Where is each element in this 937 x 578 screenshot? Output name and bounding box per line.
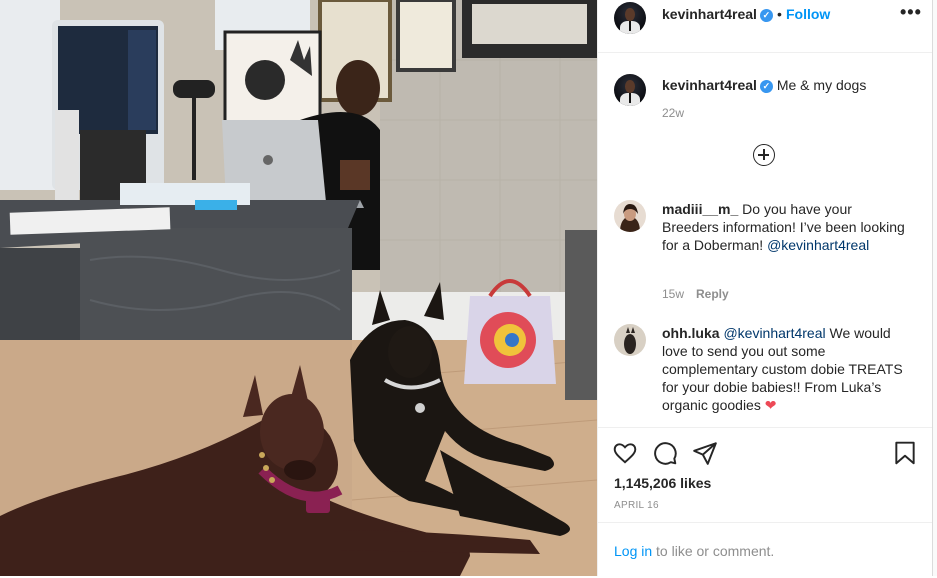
commenter-avatar[interactable] bbox=[614, 324, 646, 356]
caption-timestamp[interactable]: 22w bbox=[662, 106, 684, 120]
photo-illustration bbox=[0, 0, 597, 576]
comment-meta: 15w Reply bbox=[662, 287, 729, 301]
heart-icon[interactable] bbox=[612, 440, 638, 466]
load-more-comments-icon[interactable] bbox=[753, 144, 775, 166]
comment-icon[interactable] bbox=[652, 440, 678, 466]
page-edge bbox=[933, 0, 937, 576]
author-username[interactable]: kevinhart4real bbox=[662, 6, 757, 22]
caption-verified-badge-icon: ✓ bbox=[759, 80, 773, 93]
red-heart-emoji-icon: ❤ bbox=[764, 397, 777, 413]
comment-username[interactable]: ohh.luka bbox=[662, 325, 720, 341]
post-photo[interactable] bbox=[0, 0, 597, 576]
share-icon[interactable] bbox=[692, 440, 718, 466]
bookmark-icon[interactable] bbox=[892, 440, 918, 466]
login-prompt-rest: to like or comment. bbox=[656, 543, 775, 559]
caption-username[interactable]: kevinhart4real bbox=[662, 77, 757, 93]
caption-text-block: kevinhart4real ✓ Me & my dogs bbox=[662, 76, 912, 94]
author-username-link[interactable]: kevinhart4real ✓ bbox=[662, 6, 773, 22]
comment-text-block: madiii__m_ Do you have your Breeders inf… bbox=[662, 200, 912, 254]
like-count[interactable]: 1,145,206 likes bbox=[614, 475, 711, 491]
login-link[interactable]: Log in bbox=[614, 543, 652, 559]
comment-username[interactable]: madiii__m_ bbox=[662, 201, 738, 217]
follow-button[interactable]: Follow bbox=[786, 6, 830, 22]
post-header: kevinhart4real ✓ • Follow ••• bbox=[598, 0, 932, 53]
login-prompt-text: Log in to like or comment. bbox=[614, 543, 774, 559]
caption-text: Me & my dogs bbox=[776, 77, 867, 93]
verified-badge-icon: ✓ bbox=[759, 9, 773, 22]
comment-text-block: ohh.luka @kevinhart4real We would love t… bbox=[662, 324, 912, 414]
instagram-post-view: kevinhart4real ✓ • Follow ••• kevinhart4r… bbox=[0, 0, 937, 576]
comment-mention-link[interactable]: @kevinhart4real bbox=[723, 325, 825, 341]
more-options-icon[interactable]: ••• bbox=[900, 2, 922, 23]
post-actions: 1,145,206 likes APRIL 16 Log in to like … bbox=[598, 427, 932, 578]
author-avatar[interactable] bbox=[614, 2, 646, 34]
post-date[interactable]: APRIL 16 bbox=[614, 500, 659, 511]
caption-author-avatar[interactable] bbox=[614, 74, 646, 106]
reply-button[interactable]: Reply bbox=[696, 287, 729, 301]
post-side-panel: kevinhart4real ✓ • Follow ••• kevinhart4r… bbox=[597, 0, 933, 576]
login-prompt: Log in to like or comment. bbox=[598, 522, 932, 578]
comment-timestamp[interactable]: 15w bbox=[662, 287, 684, 301]
separator-dot: • bbox=[777, 6, 782, 22]
comment-mention-link[interactable]: @kevinhart4real bbox=[767, 237, 869, 253]
commenter-avatar[interactable] bbox=[614, 200, 646, 232]
